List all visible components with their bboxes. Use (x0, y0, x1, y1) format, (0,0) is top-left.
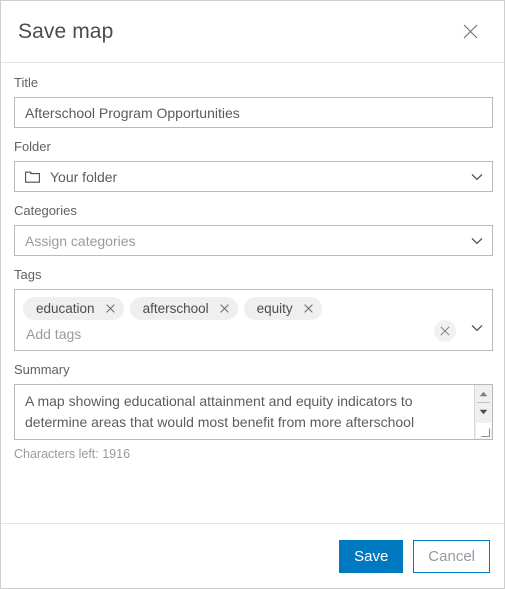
categories-label: Categories (14, 203, 77, 218)
dialog-body: Title Afterschool Program Opportunities … (1, 63, 504, 523)
tag-chip: equity (243, 297, 322, 320)
add-tags-input[interactable]: Add tags (23, 322, 432, 343)
remove-tag-icon[interactable] (219, 304, 229, 313)
characters-left-text: Characters left: 1916 (14, 447, 131, 461)
folder-select[interactable]: Your folder (14, 161, 493, 192)
tag-chip-label: equity (256, 301, 293, 316)
tags-field: Tags education afterschool equity Add ta… (14, 267, 493, 351)
save-map-dialog: Save map Title Afterschool Program Oppor… (0, 0, 505, 589)
chevron-down-icon (471, 173, 483, 181)
summary-text: A map showing educational attainment and… (25, 393, 415, 439)
resize-grip-icon[interactable] (476, 423, 491, 438)
close-icon[interactable] (457, 19, 483, 45)
triangle-up-icon[interactable] (475, 385, 492, 402)
folder-icon (25, 170, 40, 183)
tag-chip-list: education afterschool equity (23, 297, 432, 320)
tags-chevron-down-icon[interactable] (471, 324, 483, 332)
dialog-header: Save map (1, 1, 504, 63)
categories-field: Categories Assign categories (14, 203, 493, 256)
remove-tag-icon[interactable] (105, 304, 115, 313)
folder-label: Folder (14, 139, 51, 154)
categories-select[interactable]: Assign categories (14, 225, 493, 256)
dialog-footer: Save Cancel (1, 523, 504, 588)
folder-field: Folder Your folder (14, 139, 493, 192)
title-label: Title (14, 75, 39, 90)
tag-chip: afterschool (129, 297, 238, 320)
summary-textarea[interactable]: A map showing educational attainment and… (14, 384, 493, 440)
save-button[interactable]: Save (339, 539, 404, 573)
title-input[interactable]: Afterschool Program Opportunities (14, 97, 493, 128)
summary-field: Summary A map showing educational attain… (14, 362, 493, 461)
title-field: Title Afterschool Program Opportunities (14, 75, 493, 128)
folder-value: Your folder (50, 168, 118, 185)
chevron-down-icon (471, 237, 483, 245)
clear-tags-icon[interactable] (434, 320, 456, 342)
summary-label: Summary (14, 362, 70, 377)
categories-placeholder: Assign categories (25, 232, 136, 249)
triangle-down-icon[interactable] (475, 403, 492, 420)
dialog-title: Save map (18, 20, 114, 43)
tag-chip: education (23, 297, 124, 320)
cancel-button[interactable]: Cancel (413, 539, 490, 573)
remove-tag-icon[interactable] (303, 304, 313, 313)
tag-chip-label: education (36, 301, 95, 316)
tags-input-container[interactable]: education afterschool equity Add tags (14, 289, 493, 351)
tag-chip-label: afterschool (142, 301, 209, 316)
tags-label: Tags (14, 267, 42, 282)
